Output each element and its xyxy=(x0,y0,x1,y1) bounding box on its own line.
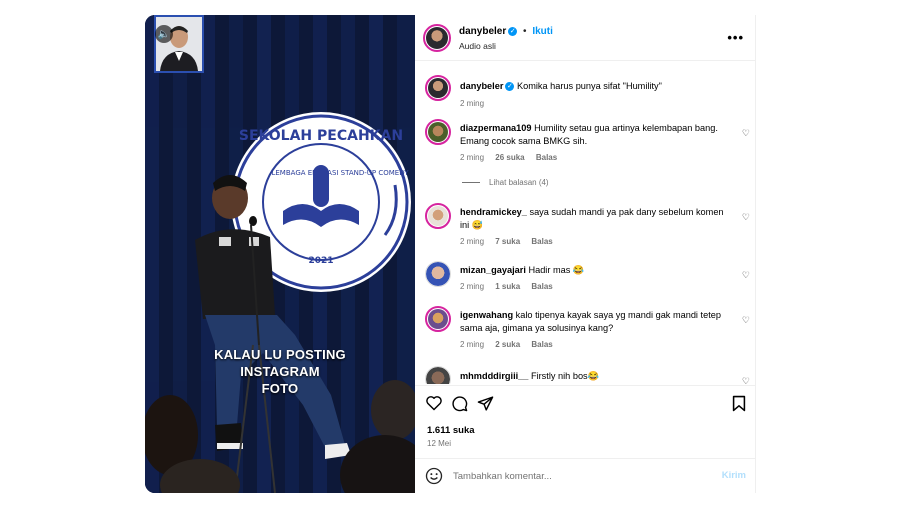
comment-meta: 2 ming 2 suka Balas xyxy=(460,340,562,349)
comments-list[interactable]: danybeler ✓ Komika harus punya sifat "Hum… xyxy=(415,62,756,384)
comment-text-block: diazpermana109 Humility setau gua artiny… xyxy=(460,122,730,148)
caption-text-line: danybeler ✓ Komika harus punya sifat "Hum… xyxy=(460,80,730,93)
reply-button[interactable]: Balas xyxy=(531,340,552,349)
comment-username[interactable]: mhmdddirgiii__ xyxy=(460,371,528,381)
comment-time: 2 ming xyxy=(460,282,485,291)
bookmark-icon[interactable] xyxy=(732,395,746,412)
comment-input[interactable] xyxy=(453,467,703,485)
comment-meta: 2 ming 7 suka Balas xyxy=(460,237,562,246)
share-icon[interactable] xyxy=(477,395,494,412)
commenter-avatar[interactable] xyxy=(425,306,451,332)
author-username[interactable]: danybeler xyxy=(459,26,506,37)
post-actions: 1.611 suka 12 Mei xyxy=(415,385,756,457)
post-comment-button[interactable]: Kirim xyxy=(722,470,746,481)
caption-line-2: FOTO xyxy=(261,381,299,396)
separator-dot: • xyxy=(523,26,527,37)
original-audio-link[interactable]: Audio asli xyxy=(459,41,496,51)
verified-icon: ✓ xyxy=(508,26,518,36)
replies-divider xyxy=(462,182,480,184)
comment-likes[interactable]: 26 suka xyxy=(495,153,524,162)
comment-meta: 2 ming 1 suka Balas xyxy=(460,282,562,291)
comment-time: 2 ming xyxy=(460,153,485,162)
author-avatar[interactable] xyxy=(423,24,451,52)
post-dialog: SEKOLAH PECAHKAN LEMBAGA EDUKASI STAND-U… xyxy=(145,15,756,493)
comment-composer: Kirim xyxy=(415,458,756,493)
heart-icon[interactable]: ♡ xyxy=(742,212,750,223)
comment-text: Firstly nih bos😂 xyxy=(530,371,600,381)
comment-likes[interactable]: 1 suka xyxy=(495,282,520,291)
verified-icon: ✓ xyxy=(505,82,515,92)
view-replies-label: Lihat balasan (4) xyxy=(489,178,549,187)
comment-username[interactable]: hendramickey_ xyxy=(460,207,527,217)
reply-button[interactable]: Balas xyxy=(531,282,552,291)
post-side-panel: danybeler ✓ • Ikuti Audio asli ••• danybe… xyxy=(415,15,756,493)
caption-text: Komika harus punya sifat "Humility" xyxy=(516,81,662,91)
more-icon[interactable]: ••• xyxy=(727,30,744,45)
comment-meta: 2 ming 26 suka Balas xyxy=(460,153,566,162)
video-frame: SEKOLAH PECAHKAN LEMBAGA EDUKASI STAND-U… xyxy=(145,15,415,493)
heart-icon[interactable] xyxy=(425,395,443,411)
commenter-avatar[interactable] xyxy=(425,261,451,287)
like-count[interactable]: 1.611 suka xyxy=(427,425,475,436)
comment-username[interactable]: mizan_gayajari xyxy=(460,265,526,275)
comment-text-block: igenwahang kalo tipenya kayak saya yg ma… xyxy=(460,309,730,335)
commenter-avatar[interactable] xyxy=(425,203,451,229)
banner-subtitle: LEMBAGA EDUKASI STAND-UP COMEDY xyxy=(271,169,409,177)
caption-username[interactable]: danybeler xyxy=(460,81,503,91)
heart-icon[interactable]: ♡ xyxy=(742,270,750,281)
banner-year: 2021 xyxy=(308,256,333,266)
caption-avatar[interactable] xyxy=(425,75,451,101)
video-caption: KALAU LU POSTING INSTAGRAM FOTO xyxy=(145,346,415,397)
heart-icon[interactable]: ♡ xyxy=(742,315,750,326)
mute-icon[interactable]: 🔈 xyxy=(155,25,173,43)
comment-time: 2 ming xyxy=(460,340,485,349)
comment-text-block: mhmdddirgiii__ Firstly nih bos😂 xyxy=(460,370,730,383)
comment-time: 2 ming xyxy=(460,237,485,246)
author-line: danybeler ✓ • Ikuti xyxy=(459,26,553,37)
heart-icon[interactable]: ♡ xyxy=(742,376,750,384)
reply-button[interactable]: Balas xyxy=(531,237,552,246)
reply-button[interactable]: Balas xyxy=(536,153,557,162)
comment-text: Hadir mas 😂 xyxy=(528,265,585,275)
heart-icon[interactable]: ♡ xyxy=(742,128,750,139)
caption-meta: 2 ming xyxy=(460,99,493,108)
commenter-avatar[interactable] xyxy=(425,366,451,384)
view-replies-button[interactable]: Lihat balasan (4) xyxy=(462,178,549,187)
comment-text-block: hendramickey_ saya sudah mandi ya pak da… xyxy=(460,206,730,232)
caption-time: 2 ming xyxy=(460,99,485,108)
comment-likes[interactable]: 2 suka xyxy=(495,340,520,349)
comment-likes[interactable]: 7 suka xyxy=(495,237,520,246)
commenter-avatar[interactable] xyxy=(425,119,451,145)
emoji-icon[interactable] xyxy=(425,467,443,485)
banner-title: SEKOLAH PECAHKAN xyxy=(239,128,403,144)
comment-text-block: mizan_gayajari Hadir mas 😂 xyxy=(460,264,730,277)
comment-username[interactable]: diazpermana109 xyxy=(460,123,532,133)
post-video[interactable]: SEKOLAH PECAHKAN LEMBAGA EDUKASI STAND-U… xyxy=(145,15,415,493)
follow-button[interactable]: Ikuti xyxy=(532,26,553,37)
comment-username[interactable]: igenwahang xyxy=(460,310,513,320)
presenter-thumbnail xyxy=(154,15,204,73)
post-date: 12 Mei xyxy=(427,439,452,448)
comment-icon[interactable] xyxy=(451,395,468,412)
caption-line-1: KALAU LU POSTING INSTAGRAM xyxy=(214,347,346,379)
post-header: danybeler ✓ • Ikuti Audio asli ••• xyxy=(415,15,756,61)
